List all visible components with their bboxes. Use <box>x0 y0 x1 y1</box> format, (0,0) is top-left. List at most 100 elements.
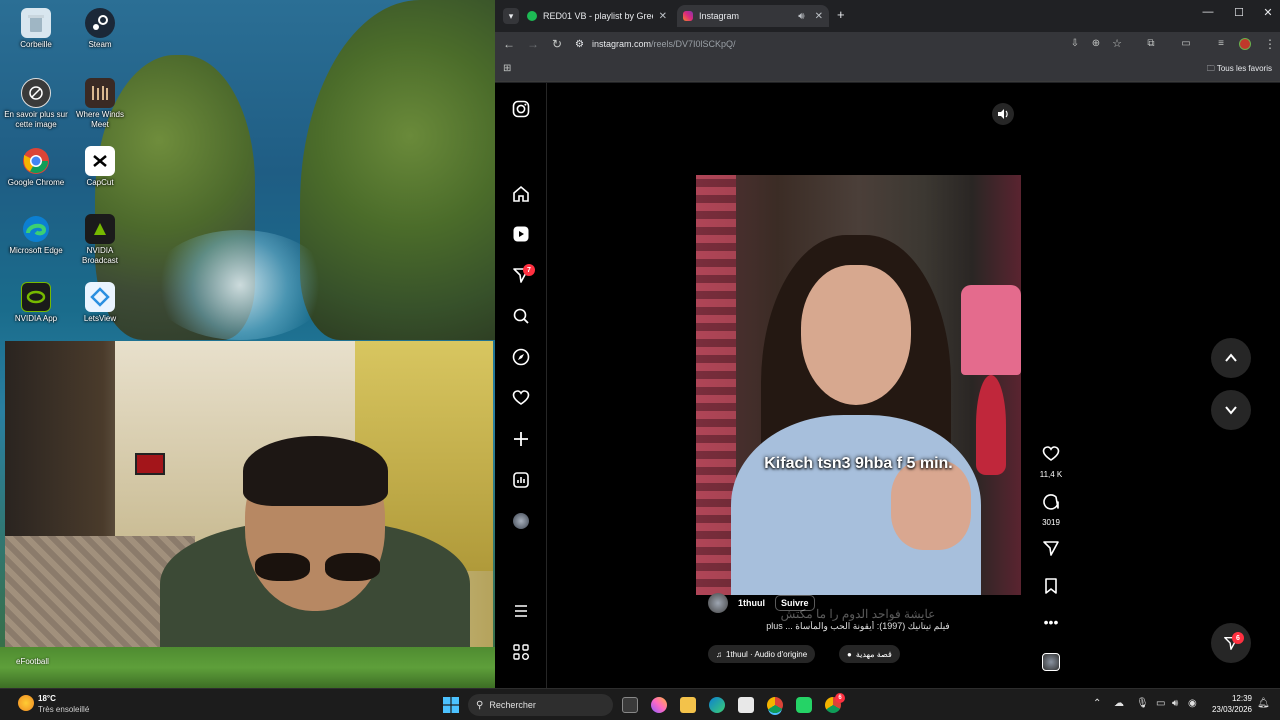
forward-icon[interactable]: → <box>525 37 541 51</box>
messages-floating-button[interactable] <box>1211 623 1251 663</box>
desktop-icon-letsview[interactable]: LetsView <box>68 282 132 324</box>
close-icon[interactable]: ✕ <box>659 11 667 22</box>
more-options-icon[interactable]: ••• <box>1035 615 1067 629</box>
sidebar-icon[interactable]: ▭ <box>1178 37 1194 51</box>
home-icon[interactable] <box>511 184 531 204</box>
desktop-icon-where-winds-meet[interactable]: Where Winds Meet <box>68 78 132 130</box>
close-icon[interactable]: ✕ <box>815 11 823 22</box>
nvidia-broadcast-icon <box>85 214 115 244</box>
desktop-icon-recycle-bin[interactable]: Corbeille <box>4 8 68 50</box>
folder-icon: 🗀︎ <box>1206 64 1217 73</box>
notification-bell-icon[interactable]: 🔔︎ <box>1257 698 1270 709</box>
dashboard-icon[interactable] <box>511 470 531 490</box>
desktop-icon-label: CapCut <box>86 178 114 187</box>
instagram-logo-icon[interactable] <box>511 99 531 119</box>
close-window-button[interactable]: ✕ <box>1258 6 1278 19</box>
location-pill[interactable]: ● قصة مهدية <box>839 645 900 663</box>
chevron-up-icon[interactable]: ⌃ <box>1093 698 1101 709</box>
profile-avatar[interactable] <box>1239 38 1251 50</box>
bookmark-star-icon[interactable]: ☆ <box>1109 37 1125 51</box>
desktop-icon-capcut[interactable]: CapCut <box>68 146 132 188</box>
extensions-icon[interactable]: ⧉ <box>1143 37 1159 51</box>
apps-grid-icon[interactable]: ⊞ <box>503 63 511 74</box>
share-icon <box>1043 541 1059 556</box>
desktop-icon-chrome[interactable]: Google Chrome <box>4 146 68 188</box>
address-bar[interactable]: ⚙︎ instagram.com /reels/DV7I0lSCKpQ/ <box>575 35 1055 53</box>
display-icon[interactable]: ▭ <box>1156 698 1165 709</box>
menu-icon[interactable]: ⋮ <box>1262 37 1278 51</box>
desktop-icon-label: Google Chrome <box>7 178 65 187</box>
all-bookmarks-button[interactable]: 🗀︎ Tous les favoris <box>1207 63 1272 77</box>
tab-instagram[interactable]: Instagram 🔊︎ ✕ <box>677 5 829 27</box>
weather-icon[interactable] <box>18 695 34 711</box>
zoom-icon[interactable]: ⊕ <box>1088 37 1104 51</box>
share-action[interactable] <box>1035 539 1067 562</box>
like-count: 11,4 K <box>1039 470 1063 479</box>
more-menu-icon[interactable] <box>511 601 531 621</box>
whatsapp-icon[interactable] <box>796 697 812 713</box>
reel-player[interactable]: Kifach tsn3 9hba f 5 min. 1thuul Suivre … <box>696 95 1021 675</box>
desktop-icon-nvidia-broadcast[interactable]: NVIDIA Broadcast <box>68 214 132 266</box>
desktop-icon-efootball[interactable]: eFootball <box>16 657 49 666</box>
windows-start-icon[interactable] <box>443 697 459 713</box>
spotify-icon <box>527 11 537 21</box>
taskbar-search[interactable]: ⚲ Rechercher <box>468 694 613 716</box>
explore-icon[interactable] <box>511 347 531 367</box>
search-icon[interactable] <box>511 306 531 326</box>
edge-taskbar-icon[interactable] <box>709 697 725 713</box>
chrome-taskbar-icon[interactable] <box>767 697 783 713</box>
desktop-icon-info[interactable]: En savoir plus sur cette image <box>4 78 68 130</box>
tab-spotify[interactable]: RED01 VB - playlist by Greenbo ✕ <box>521 5 673 27</box>
clock[interactable]: 12:39 23/03/2026 <box>1210 694 1252 714</box>
audio-thumbnail[interactable] <box>1035 653 1067 671</box>
speaker-icon[interactable]: 🔊︎ <box>798 11 804 22</box>
reel-description[interactable]: فيلم تيتانيك (1997): أيقونة الحب والمأسا… <box>708 621 1008 632</box>
copilot-icon[interactable] <box>651 697 667 713</box>
next-reel-button[interactable] <box>1211 390 1251 430</box>
audio-pill[interactable]: ♫ 1thuul · Audio d'origine <box>708 645 816 663</box>
url-path: /reels/DV7I0lSCKpQ/ <box>651 39 736 49</box>
create-icon[interactable] <box>511 429 531 449</box>
maximize-button[interactable]: ☐ <box>1229 6 1249 19</box>
new-tab-button[interactable]: + <box>837 7 845 22</box>
desktop-icon-label: Steam <box>88 40 112 49</box>
reload-icon[interactable]: ↻ <box>549 37 565 51</box>
desktop-icon-edge[interactable]: Microsoft Edge <box>4 214 68 256</box>
weather-temp[interactable]: 18°C <box>38 694 56 703</box>
like-action[interactable]: 11,4 K <box>1035 445 1067 479</box>
media-controls-icon[interactable]: ≡ <box>1213 37 1229 51</box>
previous-reel-button[interactable] <box>1211 338 1251 378</box>
weather-desc[interactable]: Très ensoleillé <box>38 705 89 714</box>
comment-icon <box>1043 494 1059 510</box>
cloud-icon[interactable]: ☁︎ <box>1114 698 1124 709</box>
instagram-icon <box>683 11 693 21</box>
save-action[interactable] <box>1035 577 1067 600</box>
microphone-icon[interactable]: 🎙︎ <box>1136 698 1149 709</box>
minimize-button[interactable]: — <box>1198 6 1218 18</box>
install-app-icon[interactable]: ⇩ <box>1067 37 1083 51</box>
also-from-meta-icon[interactable] <box>511 642 531 662</box>
video-person-face <box>801 265 911 405</box>
tab-search-button[interactable]: ▾ <box>503 8 519 24</box>
webcam-person-hair <box>243 436 388 506</box>
heart-icon[interactable] <box>511 388 531 408</box>
network-icon[interactable]: ◉ <box>1188 698 1197 709</box>
video-curtain <box>696 175 736 595</box>
volume-icon[interactable] <box>992 103 1014 125</box>
comment-action[interactable]: 3019 <box>1035 493 1067 527</box>
reels-icon[interactable] <box>511 224 531 244</box>
profile-avatar[interactable] <box>511 511 531 531</box>
task-view-icon[interactable] <box>622 697 638 713</box>
edge-icon <box>21 214 51 244</box>
letsview-icon <box>85 282 115 312</box>
desktop-icon-steam[interactable]: Steam <box>68 8 132 50</box>
file-explorer-icon[interactable] <box>680 697 696 713</box>
desktop-icon-label: Where Winds Meet <box>75 110 124 129</box>
reel-actions: 11,4 K 3019 ••• <box>1035 83 1067 688</box>
site-info-icon[interactable]: ⚙︎ <box>575 39 584 50</box>
back-icon[interactable]: ← <box>501 37 517 51</box>
volume-icon[interactable]: 🔊︎ <box>1172 698 1178 709</box>
desktop-icon-nvidia-app[interactable]: NVIDIA App <box>4 282 68 324</box>
store-icon[interactable] <box>738 697 754 713</box>
reel-video-frame[interactable]: Kifach tsn3 9hba f 5 min. <box>696 175 1021 595</box>
